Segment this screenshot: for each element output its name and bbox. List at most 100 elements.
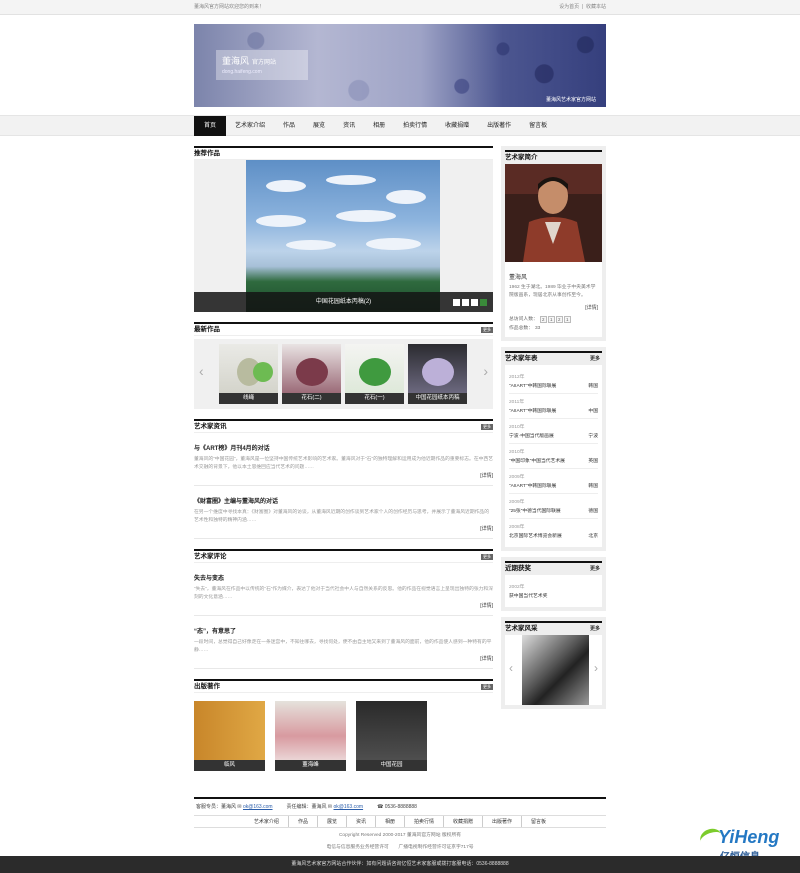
bookmark-link[interactable]: 收藏本站 — [586, 4, 606, 10]
set-home-link[interactable]: 设为首页 — [559, 4, 579, 10]
timeline-place: 英国 — [588, 459, 598, 464]
nav-item[interactable]: 作品 — [274, 116, 304, 136]
nav-item[interactable]: 出版著作 — [478, 116, 520, 136]
footer-nav-link[interactable]: 展览 — [318, 816, 347, 827]
phone-number: 0536-8888888 — [384, 804, 417, 810]
style-photo[interactable] — [522, 635, 589, 705]
reviews-section: 艺术家评论 更多 失去与变态 “失去”，董海风在作品中以传统的“石”作为媒介，表达了… — [194, 549, 493, 669]
timeline-item[interactable]: 2009年 “AIIART”中韩国际联展 韩国 — [509, 468, 598, 493]
featured-heading: 推荐作品 — [194, 149, 220, 157]
work-card[interactable]: 线绳 — [219, 344, 278, 404]
contact-email-link[interactable]: ok@163.com — [243, 804, 273, 810]
footer-nav-link[interactable]: 收藏捐赠 — [444, 816, 484, 827]
work-card-label: 中国花园纸本丙稿 — [408, 393, 467, 404]
nav-item[interactable]: 收藏捐赠 — [436, 116, 478, 136]
artist-style-box: 艺术家风采 更多 ‹ › — [501, 617, 606, 709]
read-more-link[interactable]: [详情] — [480, 473, 493, 479]
timeline-place: 宁波 — [588, 434, 598, 439]
timeline-year: 2012年 — [509, 375, 525, 380]
timeline-place: 德国 — [588, 509, 598, 514]
timeline-year: 2008年 — [509, 525, 525, 530]
book-title: 中国花园 — [356, 760, 427, 771]
featured-image[interactable] — [246, 160, 440, 312]
publications-more-button[interactable]: 更多 — [481, 683, 493, 690]
awards-more-link[interactable]: 更多 — [588, 566, 602, 572]
artist-name: 董海风 — [509, 275, 528, 281]
nav-item[interactable]: 展览 — [304, 116, 334, 136]
slide-dot[interactable] — [453, 299, 460, 306]
timeline-event: “AIIART”中韩国际联展 韩国 — [509, 482, 598, 489]
article-title-link[interactable]: 失去与变态 — [194, 573, 493, 582]
footer-nav-link[interactable]: 艺术家介绍 — [245, 816, 289, 827]
reviews-more-button[interactable]: 更多 — [481, 553, 493, 560]
contact-email-link[interactable]: ok@163.com — [334, 804, 364, 810]
timeline-box: 艺术家年表 更多 2012年 “AIIART”中韩国际联展 韩国 2011年 “AIIAR… — [501, 347, 606, 551]
timeline-year: 2010年 — [509, 450, 525, 455]
style-more-link[interactable]: 更多 — [588, 626, 602, 632]
footer-nav-link[interactable]: 拍卖行情 — [405, 816, 445, 827]
read-more-link[interactable]: [详情] — [480, 526, 493, 532]
timeline-item[interactable]: 2012年 “AIIART”中韩国际联展 韩国 — [509, 369, 598, 393]
book-cover[interactable]: 临风 — [194, 701, 265, 771]
footer-nav-link[interactable]: 出版著作 — [483, 816, 523, 827]
slide-dot[interactable] — [462, 299, 469, 306]
copyright: Copyright Reserved 2000-2017 董海风官方网站 版权所… — [338, 833, 462, 838]
reviews-heading: 艺术家评论 — [194, 552, 227, 560]
book-cover[interactable]: 董海峰 — [275, 701, 346, 771]
work-card[interactable]: 花石(一) — [345, 344, 404, 404]
timeline-more-link[interactable]: 更多 — [588, 356, 602, 362]
footer-nav-link[interactable]: 相册 — [376, 816, 405, 827]
header-banner: 董海风 官方网站 dong.haifeng.com 董海风艺术家官方网站 — [194, 24, 606, 107]
footer-nav-link[interactable]: 留言板 — [522, 816, 555, 827]
artist-bio: 1962 生于湖北。1989 毕业于中央美术学院版画系，现居北京从事创作至今。 — [509, 285, 596, 298]
timeline-item[interactable]: 2011年 “AIIART”中韩国际联展 中国 — [509, 393, 598, 418]
footer-nav-link[interactable]: 作品 — [289, 816, 318, 827]
publications-heading: 出版著作 — [194, 682, 220, 690]
timeline-event: “AIIART”中韩国际联展 韩国 — [509, 382, 598, 389]
nav-item[interactable]: 拍卖行情 — [394, 116, 436, 136]
featured-slider[interactable]: 中国花园纸本丙稿(2) — [194, 160, 493, 312]
slide-dot[interactable] — [471, 299, 478, 306]
featured-caption: 中国花园纸本丙稿(2) — [194, 292, 493, 312]
site-logo[interactable]: 董海风 官方网站 dong.haifeng.com — [216, 50, 308, 80]
award-year: 2002年 — [509, 585, 525, 590]
award-title-link[interactable]: 获中国当代艺术奖 — [509, 592, 547, 599]
chevron-left-icon[interactable]: ‹ — [199, 363, 204, 379]
nav-item[interactable]: 相册 — [364, 116, 394, 136]
chevron-left-icon[interactable]: ‹ — [509, 661, 513, 675]
timeline-place: 北京 — [588, 534, 598, 539]
artist-portrait[interactable] — [505, 164, 602, 262]
chevron-right-icon[interactable]: › — [483, 363, 488, 379]
contact-item: 客服专员：董海风 ✉ ok@163.com — [196, 799, 273, 815]
news-more-button[interactable]: 更多 — [481, 423, 493, 430]
read-more-link[interactable]: [详情] — [480, 656, 493, 662]
nav-item[interactable]: 艺术家介绍 — [226, 116, 274, 136]
article-title-link[interactable]: “态”，有意思了 — [194, 626, 493, 635]
nav-item[interactable]: 留言板 — [520, 116, 556, 136]
timeline-item[interactable]: 2010年 宁波·中国当代版画展 宁波 — [509, 418, 598, 443]
style-slider: ‹ › — [505, 635, 602, 705]
artist-intro-box: 艺术家简介 董海风 1962 生于湖北。1989 毕业于中央美术学院版画系，现居… — [501, 146, 606, 341]
work-card[interactable]: 中国花园纸本丙稿 — [408, 344, 467, 404]
featured-section: 推荐作品 中国花园纸本丙稿(2) — [194, 146, 493, 312]
book-cover[interactable]: 中国花园 — [356, 701, 427, 771]
artist-read-more-link[interactable]: [详情] — [585, 305, 598, 311]
chevron-right-icon[interactable]: › — [594, 661, 598, 675]
nav-item[interactable]: 资讯 — [334, 116, 364, 136]
nav-item[interactable]: 首页 — [194, 116, 227, 136]
timeline-item[interactable]: 2009年 “25张”中德当代国际联展 德国 — [509, 493, 598, 518]
list-item: 《财富圈》主编与董海风的对话 在另一个维度中寻找本真：《财富圈》对董海风的访谈，从… — [194, 486, 493, 539]
read-more-row: [详情] — [194, 525, 493, 532]
timeline-item[interactable]: 2008年 北京国际艺术博览会新展 北京 — [509, 518, 598, 543]
read-more-link[interactable]: [详情] — [480, 603, 493, 609]
article-title-link[interactable]: 与《ART榜》月刊4月的对话 — [194, 443, 493, 452]
article-title-link[interactable]: 《财富圈》主编与董海风的对话 — [194, 496, 493, 505]
footer-nav-link[interactable]: 资讯 — [347, 816, 376, 827]
work-card[interactable]: 花石(二) — [282, 344, 341, 404]
latest-more-button[interactable]: 更多 — [481, 326, 493, 333]
timeline-item[interactable]: 2010年 “中国印象”中国当代艺术展 英国 — [509, 443, 598, 468]
contact-label: 客服专员：董海风 — [196, 804, 237, 810]
timeline-event: “25张”中德当代国际联展 德国 — [509, 507, 598, 514]
footer: 客服专员：董海风 ✉ ok@163.com 责任编辑：董海风 ✉ ok@163.c… — [194, 797, 606, 852]
slide-dot[interactable] — [480, 299, 487, 306]
